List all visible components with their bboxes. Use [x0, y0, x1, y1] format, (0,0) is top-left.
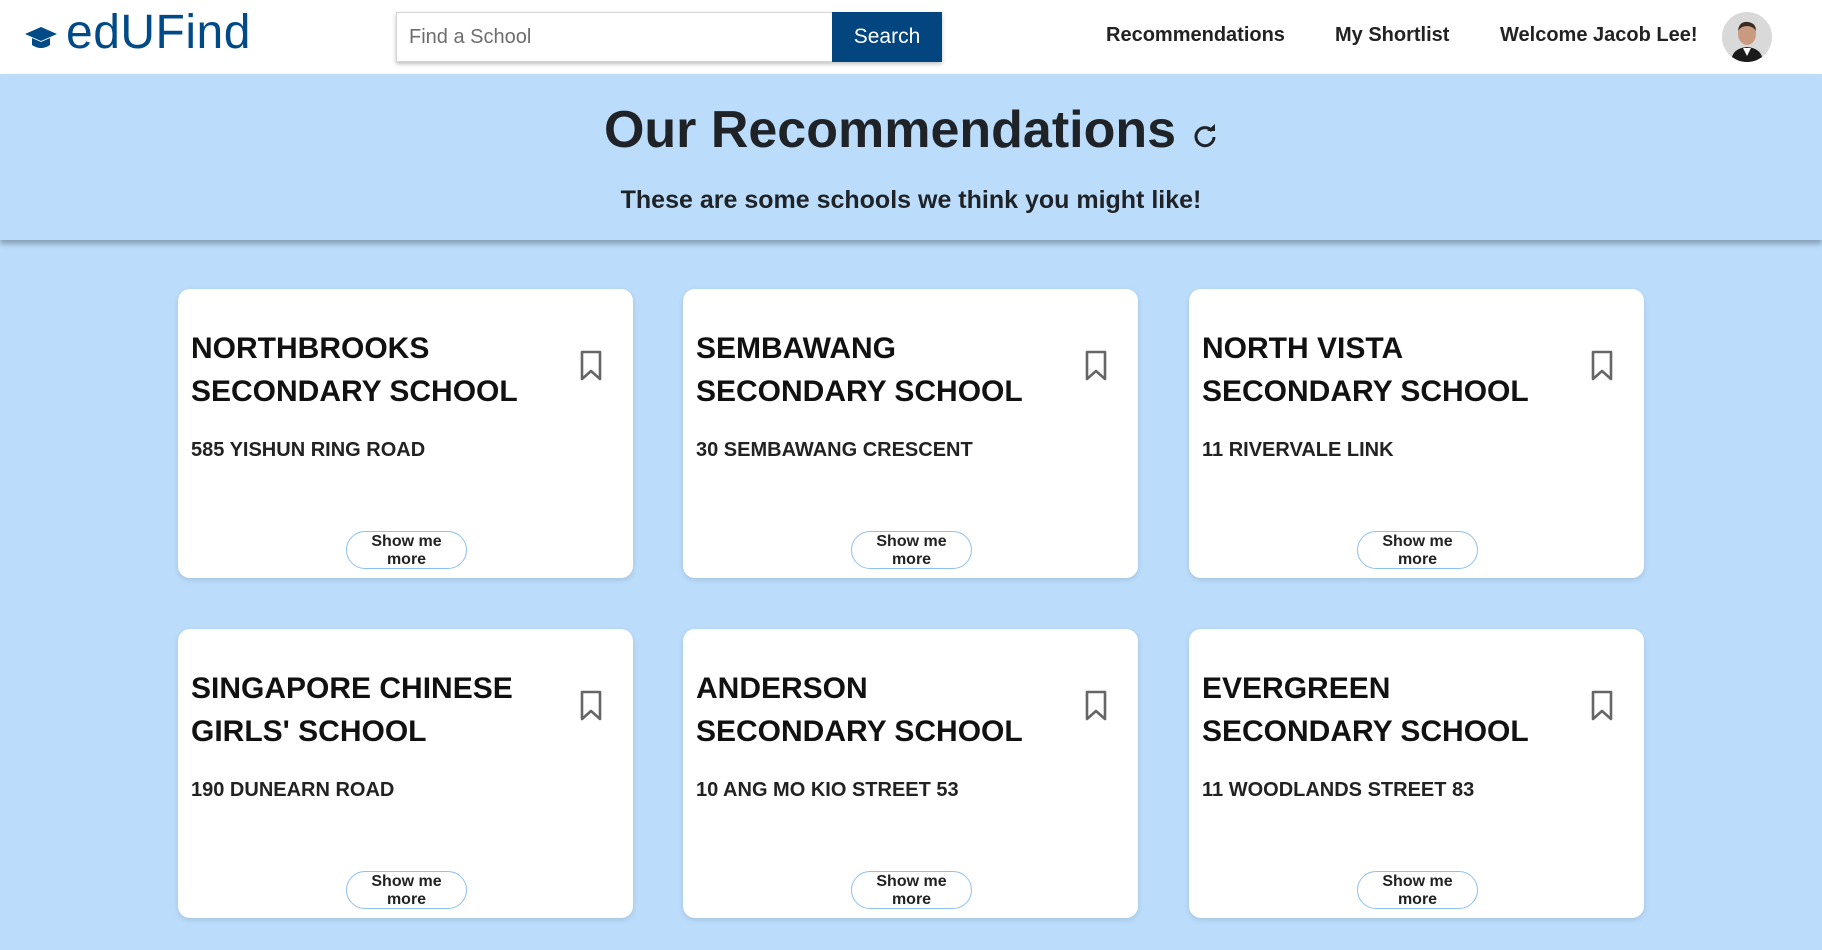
brand-logo-link[interactable]: edUFind — [24, 2, 251, 64]
school-name: SEMBAWANG SECONDARY SCHOOL — [696, 332, 1023, 408]
school-card: NORTH VISTA SECONDARY SCHOOL 11 RIVERVAL… — [1189, 289, 1644, 578]
bookmark-icon[interactable] — [1081, 349, 1111, 383]
show-more-button[interactable]: Show me more — [346, 871, 467, 909]
bookmark-icon[interactable] — [1081, 689, 1111, 723]
school-address: 190 DUNEARN ROAD — [191, 779, 395, 801]
top-navbar: edUFind Search Recommendations My Shortl… — [0, 0, 1822, 74]
search-input[interactable] — [396, 12, 832, 62]
page-title: Our Recommendations — [603, 101, 1177, 159]
school-address: 10 ANG MO KIO STREET 53 — [696, 779, 959, 801]
school-address: 11 RIVERVALE LINK — [1202, 439, 1394, 461]
bookmark-icon[interactable] — [1587, 349, 1617, 383]
title-row: Our Recommendations — [0, 100, 1822, 160]
brand-name: edUFind — [66, 6, 251, 59]
bookmark-icon[interactable] — [1587, 689, 1617, 723]
nav-link-recommendations[interactable]: Recommendations — [1106, 24, 1285, 47]
refresh-icon[interactable] — [1192, 123, 1218, 149]
recommendations-header: Our Recommendations These are some schoo… — [0, 74, 1822, 240]
show-more-button[interactable]: Show me more — [851, 871, 972, 909]
show-more-button[interactable]: Show me more — [851, 531, 972, 569]
school-card: SINGAPORE CHINESE GIRLS' SCHOOL 190 DUNE… — [178, 629, 633, 918]
bookmark-icon[interactable] — [576, 689, 606, 723]
welcome-message: Welcome Jacob Lee! — [1500, 24, 1698, 46]
search-bar: Search — [396, 12, 942, 62]
show-more-button[interactable]: Show me more — [1357, 531, 1478, 569]
page-subtitle: These are some schools we think you migh… — [620, 186, 1202, 214]
school-name: ANDERSON SECONDARY SCHOOL — [696, 672, 1023, 748]
school-name: EVERGREEN SECONDARY SCHOOL — [1202, 672, 1529, 748]
school-card: SEMBAWANG SECONDARY SCHOOL 30 SEMBAWANG … — [683, 289, 1138, 578]
school-card: ANDERSON SECONDARY SCHOOL 10 ANG MO KIO … — [683, 629, 1138, 918]
user-avatar[interactable] — [1722, 12, 1772, 62]
bookmark-icon[interactable] — [576, 349, 606, 383]
school-address: 30 SEMBAWANG CRESCENT — [696, 439, 973, 461]
graduation-cap-icon — [25, 27, 57, 48]
school-address: 11 WOODLANDS STREET 83 — [1202, 779, 1475, 801]
school-address: 585 YISHUN RING ROAD — [191, 439, 426, 461]
show-more-button[interactable]: Show me more — [346, 531, 467, 569]
show-more-button[interactable]: Show me more — [1357, 871, 1478, 909]
school-card: NORTHBROOKS SECONDARY SCHOOL 585 YISHUN … — [178, 289, 633, 578]
avatar-portrait-icon — [1722, 12, 1772, 62]
school-card: EVERGREEN SECONDARY SCHOOL 11 WOODLANDS … — [1189, 629, 1644, 918]
school-name: NORTH VISTA SECONDARY SCHOOL — [1202, 332, 1529, 408]
school-name: SINGAPORE CHINESE GIRLS' SCHOOL — [191, 672, 513, 748]
search-button[interactable]: Search — [832, 12, 942, 62]
nav-link-my-shortlist[interactable]: My Shortlist — [1335, 24, 1449, 47]
school-name: NORTHBROOKS SECONDARY SCHOOL — [191, 332, 518, 408]
